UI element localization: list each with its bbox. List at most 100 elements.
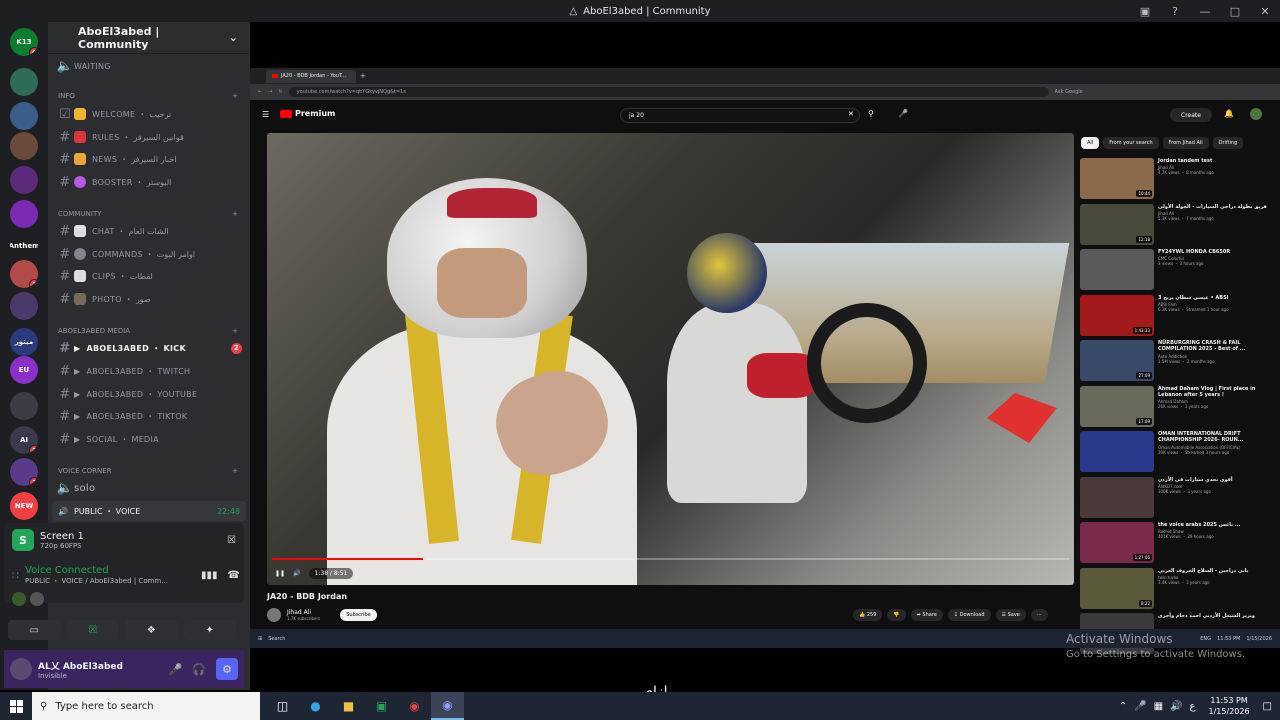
search-icon[interactable]: ⚲	[868, 109, 874, 118]
filter-chip[interactable]: Drifting	[1212, 137, 1244, 149]
recommendation-title[interactable]: Jordan tandem test	[1158, 158, 1214, 164]
add-channel-icon[interactable]: +	[232, 327, 238, 335]
maximize-button[interactable]: □	[1220, 5, 1250, 18]
clock[interactable]: 11:53 PM 1/15/2026	[1209, 695, 1250, 717]
recommendation-title[interactable]: FY24YWL HONDA CB650R	[1158, 249, 1230, 255]
recommendation-item[interactable]: OMAN INTERNATIONAL DRIFT CHAMPIONSHIP 20…	[1080, 431, 1270, 477]
recommendation-title[interactable]: أقوى تحدي سيارات في الأردن	[1158, 477, 1233, 483]
save-button[interactable]: ☰ Save	[995, 609, 1026, 621]
download-button[interactable]: ↧ Download	[947, 609, 991, 621]
video-thumbnail[interactable]: 17:09	[1080, 385, 1154, 427]
network-icon[interactable]: ▦	[1154, 701, 1163, 712]
avatar[interactable]	[267, 608, 281, 622]
video-thumbnail[interactable]: 1:43:33	[1080, 294, 1154, 336]
server-icon[interactable]: K13 6	[10, 28, 38, 56]
video-thumbnail[interactable]: 8:22	[1080, 567, 1154, 609]
server-icon[interactable]	[10, 392, 38, 420]
soundboard-icon[interactable]: ▮▮▮	[201, 570, 218, 581]
filter-chip[interactable]: From Jihad Ali	[1162, 137, 1209, 149]
video-thumbnail[interactable]: 12:18	[1080, 203, 1154, 245]
recommendation-item[interactable]: 10:44 Jordan tandem test Jihad Ali 4.7K vie…	[1080, 158, 1270, 204]
mic-icon[interactable]: 🎤	[898, 109, 908, 118]
camera-off-button[interactable]: ▭	[8, 620, 61, 640]
video-thumbnail[interactable]: 27:09	[1080, 340, 1154, 381]
server-icon[interactable]	[10, 102, 38, 130]
channel-news[interactable]: # NEWS ・ اخبار السيرفر	[56, 149, 242, 169]
subscribe-button[interactable]: Subscribe	[340, 609, 377, 621]
taskbar-search[interactable]: ⚲ Type here to search	[32, 692, 260, 720]
recommendation-item[interactable]: 8:22 باني دراجين - السلاح الخروف العربي tw…	[1080, 567, 1270, 614]
server-icon[interactable]: NEW	[10, 492, 38, 520]
more-button[interactable]: ⋯	[1030, 609, 1048, 621]
video-thumbnail[interactable]	[1080, 249, 1154, 290]
channel-chat[interactable]: # CHAT ・ الشات العام	[56, 221, 242, 241]
youtube-search-input[interactable]: ja 20	[620, 108, 860, 123]
server-icon[interactable]	[10, 68, 38, 96]
channel-waiting[interactable]: 🔈 WAITING	[56, 56, 242, 76]
add-channel-icon[interactable]: +	[232, 210, 238, 218]
server-icon[interactable]	[10, 200, 38, 228]
volume-icon[interactable]: 🔊	[293, 570, 300, 577]
new-tab-icon[interactable]: +	[360, 72, 366, 80]
recommendation-title[interactable]: عيسى سطان يربح 3 • ABSI	[1158, 295, 1229, 301]
category-media[interactable]: ABOEL3ABED MEDIA +	[58, 324, 238, 338]
file-explorer-icon[interactable]: ■	[332, 692, 365, 720]
channel-youtube[interactable]: # ▶ ABOEL3ABED ・ YOUTUBE	[56, 384, 242, 404]
windows-start-icon[interactable]: ⊞	[258, 636, 262, 642]
filter-chip[interactable]: All	[1081, 137, 1100, 149]
channel-social[interactable]: # ▶ SOCIAL ・ MEDIA	[56, 429, 242, 449]
video-thumbnail[interactable]: 1:27:06	[1080, 522, 1154, 563]
server-icon[interactable]	[10, 166, 38, 194]
video-thumbnail[interactable]	[1080, 431, 1154, 472]
screen-share-button[interactable]: ☒	[66, 620, 119, 640]
headphones-icon[interactable]: 🎧	[192, 663, 206, 676]
help-icon[interactable]: ?	[1160, 5, 1190, 18]
video-progress-bar[interactable]	[272, 558, 1069, 560]
channel-public-voice[interactable]: 🔊 PUBLIC ・ VOICE 22:48	[52, 501, 246, 521]
recommendation-title[interactable]: OMAN INTERNATIONAL DRIFT CHAMPIONSHIP 20…	[1158, 431, 1270, 444]
video-thumbnail[interactable]	[1080, 476, 1154, 518]
channel-booster[interactable]: # BOOSTER ・ البوستر	[56, 172, 242, 192]
app-red-icon[interactable]: ◉	[398, 692, 431, 720]
stop-stream-icon[interactable]: ☒	[227, 535, 236, 546]
create-button[interactable]: Create	[1170, 108, 1212, 122]
chevron-down-icon[interactable]: ⌄	[229, 31, 238, 44]
recommendation-item[interactable]: 12:18 فريق بطولة دراجي السيارات - الجولة …	[1080, 203, 1270, 250]
soundboard-button[interactable]: ✦	[183, 620, 236, 640]
recommendation-title[interactable]: Ahmad Daham Vlog | First place in Lebano…	[1158, 386, 1270, 399]
category-community[interactable]: COMMUNITY +	[58, 207, 238, 221]
recommendation-title[interactable]: the voice arabs 2025 ناعس ...	[1158, 522, 1240, 528]
browser-tab[interactable]: JA20 - BDB Jordan - YouT...	[266, 69, 356, 83]
clear-search-icon[interactable]: ✕	[848, 110, 854, 118]
recommendation-title[interactable]: NÜRBURGRING CRASH & FAIL COMPILATION 202…	[1158, 340, 1270, 353]
server-icon[interactable]: EU	[10, 356, 38, 384]
avatar[interactable]	[12, 592, 26, 606]
minimize-button[interactable]: —	[1190, 5, 1220, 18]
task-view-icon[interactable]: ◫	[266, 692, 299, 720]
channel-tiktok[interactable]: # ▶ ABOEL3ABED ・ TIKTOK	[56, 406, 242, 426]
app-green-icon[interactable]: ▣	[365, 692, 398, 720]
username[interactable]: AL乂 AboEl3abed	[38, 659, 123, 672]
notifications-icon[interactable]: 🔔	[1224, 109, 1234, 118]
menu-icon[interactable]: ☰	[262, 110, 269, 119]
add-channel-icon[interactable]: +	[232, 467, 238, 475]
recommendation-item[interactable]: 17:09 Ahmad Daham Vlog | First place in L…	[1080, 385, 1270, 432]
activities-button[interactable]: ❖	[125, 620, 178, 640]
channel-clips[interactable]: # CLIPS ・ لقطات	[56, 266, 242, 286]
voice-connected-label[interactable]: Voice Connected	[25, 565, 168, 576]
like-button[interactable]: 👍 259	[853, 609, 883, 621]
channel-rules[interactable]: # RULES ・ قوانين السيرفر	[56, 127, 242, 147]
volume-icon[interactable]: 🔊	[1170, 701, 1182, 712]
recommendation-item[interactable]: 1:27:06 the voice arabs 2025 ناعس ... Rach…	[1080, 522, 1270, 568]
channel-twitch[interactable]: # ▶ ABOEL3ABED ・ TWITCH	[56, 361, 242, 381]
channel-welcome[interactable]: ☑ WELCOME ・ ترحيب	[56, 104, 242, 124]
inbox-icon[interactable]: ▣	[1130, 5, 1160, 18]
start-button[interactable]	[0, 692, 32, 720]
recommendation-item[interactable]: 27:09 NÜRBURGRING CRASH & FAIL COMPILATIO…	[1080, 340, 1270, 386]
url-field[interactable]: youtube.com/watch?v=qbYGkyvjNQg&t=1s	[288, 87, 1049, 97]
channel-photo[interactable]: # PHOTO ・ صور	[56, 289, 242, 309]
server-icon[interactable]	[10, 292, 38, 320]
share-button[interactable]: ➦ Share	[910, 609, 943, 621]
channel-commands[interactable]: # COMMANDS ・ اوامر البوت	[56, 244, 242, 264]
server-icon[interactable]	[10, 132, 38, 160]
